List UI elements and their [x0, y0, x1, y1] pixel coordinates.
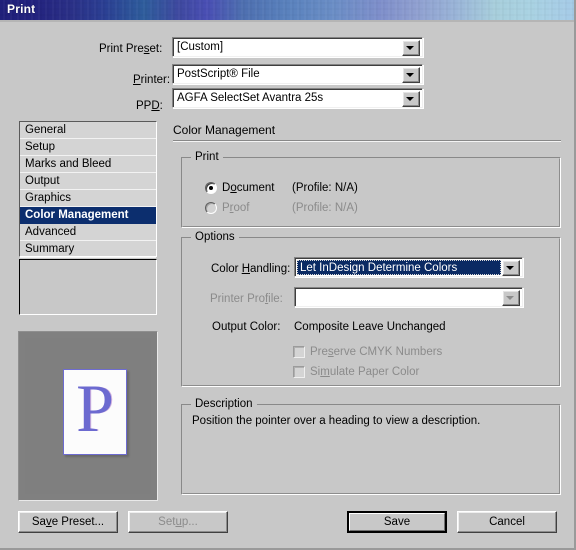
sidebar-item-output[interactable]: Output [20, 173, 156, 190]
document-profile-value: (Profile: N/A) [292, 182, 358, 194]
checkbox-simulate-paper-color[interactable] [293, 366, 305, 378]
sidebar-item-color-management[interactable]: Color Management [20, 207, 156, 224]
print-group-title: Print [191, 151, 223, 163]
preview-page: P [63, 369, 127, 455]
cancel-button[interactable]: Cancel [457, 511, 557, 533]
sidebar-item-advanced[interactable]: Advanced [20, 224, 156, 241]
options-group-title: Options [191, 231, 239, 243]
color-handling-label: Color Handling: [211, 263, 291, 275]
print-preset-value: [Custom] [177, 41, 224, 53]
output-color-label: Output Color: [212, 321, 281, 333]
title-bar-texture [0, 0, 574, 20]
checkbox-simulate-paper-color-label: Simulate Paper Color [310, 366, 420, 378]
chevron-down-icon[interactable] [402, 91, 420, 107]
preview-canvas: P [25, 338, 151, 494]
description-group-title: Description [191, 398, 257, 410]
page-title: Color Management [173, 123, 276, 137]
title-bar-divider [0, 20, 574, 22]
panel-divider [173, 140, 561, 142]
chevron-down-icon[interactable] [502, 260, 520, 276]
ppd-label: PPD: [136, 100, 163, 112]
printer-combobox[interactable]: PostScript® File [172, 64, 423, 84]
printer-profile-combobox[interactable] [294, 287, 523, 307]
color-handling-value: Let InDesign Determine Colors [297, 260, 501, 275]
print-preview: P [18, 331, 158, 501]
save-button-label: Save [349, 513, 445, 531]
save-preset-button[interactable]: Save Preset... [18, 511, 118, 533]
sidebar-item-graphics[interactable]: Graphics [20, 190, 156, 207]
chevron-down-icon[interactable] [402, 40, 420, 56]
proof-profile-value: (Profile: N/A) [292, 202, 358, 214]
sidebar-item-general[interactable]: General [20, 122, 156, 139]
printer-profile-label: Printer Profile: [210, 293, 283, 305]
description-text: Position the pointer over a heading to v… [192, 415, 481, 427]
sidebar-item-summary[interactable]: Summary [20, 241, 156, 258]
window-title: Print [7, 2, 36, 16]
preview-page-letter: P [76, 370, 114, 446]
printer-label: Printer: [133, 74, 171, 86]
sidebar-item-setup[interactable]: Setup [20, 139, 156, 156]
printer-value: PostScript® File [177, 68, 260, 80]
print-preset-label: Print Preset: [99, 43, 163, 55]
radio-proof-label: Proof [222, 202, 250, 214]
radio-document-label: Document [222, 182, 275, 194]
title-bar: Print [0, 0, 574, 20]
save-button[interactable]: Save [347, 511, 447, 533]
ppd-value: AGFA SelectSet Avantra 25s [177, 92, 324, 104]
settings-category-list[interactable]: General Setup Marks and Bleed Output Gra… [19, 121, 157, 258]
print-preset-combobox[interactable]: [Custom] [172, 37, 423, 57]
setup-button[interactable]: Setup... [128, 511, 228, 533]
ppd-combobox[interactable]: AGFA SelectSet Avantra 25s [172, 88, 423, 108]
checkbox-preserve-cmyk-numbers[interactable] [293, 346, 305, 358]
color-handling-combobox[interactable]: Let InDesign Determine Colors [294, 257, 523, 277]
radio-document[interactable] [205, 182, 217, 194]
radio-proof[interactable] [205, 202, 217, 214]
checkbox-preserve-cmyk-numbers-label: Preserve CMYK Numbers [310, 346, 443, 358]
chevron-down-icon[interactable] [502, 290, 520, 306]
sidebar-spacer-box [19, 259, 157, 315]
output-color-value: Composite Leave Unchanged [294, 321, 446, 333]
print-dialog: Print Print Preset: [Custom] Printer: Po… [0, 0, 576, 550]
chevron-down-icon[interactable] [402, 67, 420, 83]
sidebar-item-marks-and-bleed[interactable]: Marks and Bleed [20, 156, 156, 173]
